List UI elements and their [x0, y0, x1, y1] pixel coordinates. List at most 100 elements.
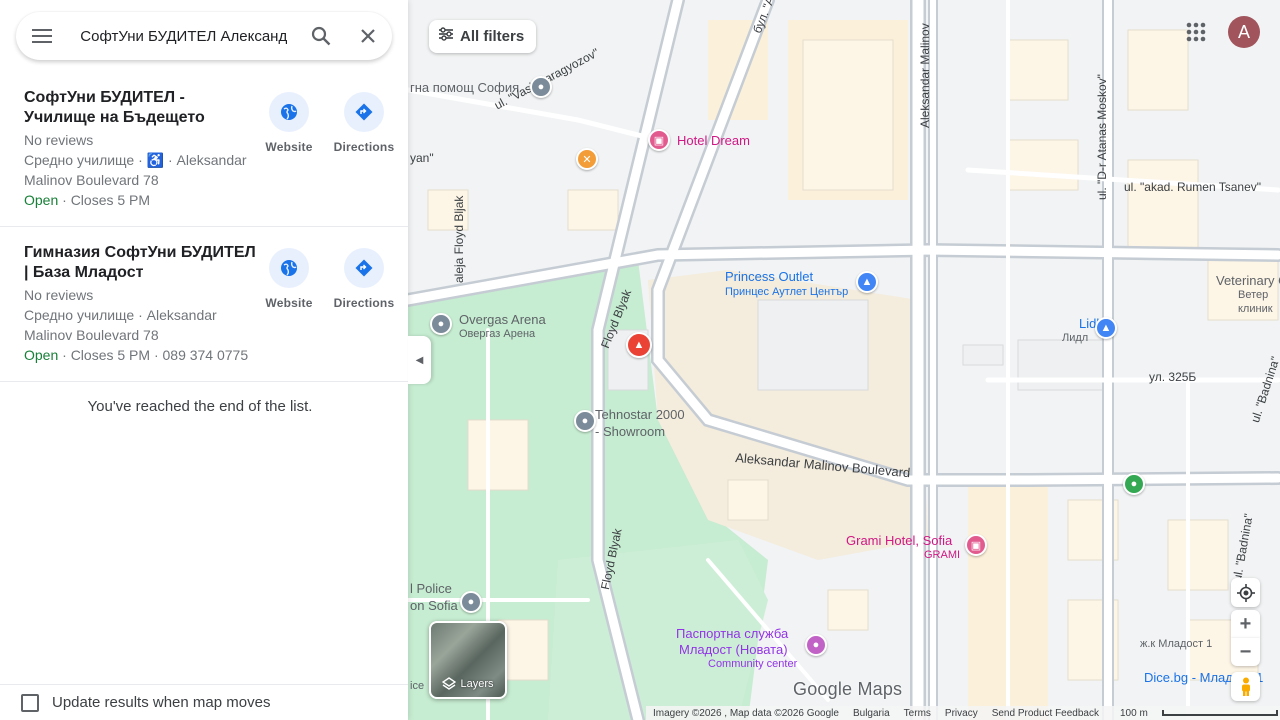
- map-canvas[interactable]: гна помощ София Hotel Dream ul. "Vasil K…: [408, 0, 1280, 720]
- website-button[interactable]: Website: [249, 248, 329, 310]
- arena-pin-icon[interactable]: ●: [430, 313, 452, 335]
- close-icon: [361, 29, 376, 43]
- plus-icon: +: [1239, 612, 1252, 635]
- map-label-tehnostar-1[interactable]: Tehnostar 2000: [595, 407, 685, 422]
- passport-pin-icon[interactable]: ●: [805, 634, 827, 656]
- footer-imagery: Imagery ©2026 , Map data ©2026 Google: [653, 707, 839, 719]
- map-label-mladost: ж.к Младост 1: [1140, 638, 1213, 650]
- zoom-in-button[interactable]: +: [1231, 610, 1260, 638]
- zoom-out-button[interactable]: −: [1231, 638, 1260, 666]
- wheelchair-icon: ♿: [146, 152, 165, 168]
- map-label-vet-clinic[interactable]: Veterinary Clinic: [1216, 273, 1280, 288]
- school-pin-icon[interactable]: ▲: [626, 332, 652, 358]
- grami-pin-icon[interactable]: ▣: [965, 534, 987, 556]
- place-pin-icon[interactable]: ●: [530, 76, 552, 98]
- search-icon: [311, 26, 331, 46]
- update-results-checkbox[interactable]: [21, 693, 39, 712]
- layers-label: Layers: [460, 678, 494, 690]
- website-button[interactable]: Website: [249, 92, 329, 154]
- map-footer: Imagery ©2026 , Map data ©2026 Google Bu…: [646, 706, 1280, 720]
- map-label-passport-2: Младост (Новата): [679, 642, 788, 657]
- update-results-row[interactable]: Update results when map moves: [0, 684, 408, 720]
- clear-search-button[interactable]: [345, 12, 392, 60]
- website-label: Website: [265, 296, 313, 310]
- directions-label: Directions: [333, 140, 395, 154]
- layers-icon: [442, 677, 457, 690]
- map-label-princess-outlet[interactable]: Princess Outlet: [725, 269, 813, 284]
- result-closing: · Closes 5 PM: [58, 192, 151, 208]
- google-maps-logo: Google Maps: [793, 679, 903, 699]
- minus-icon: −: [1239, 640, 1252, 663]
- search-button[interactable]: [297, 12, 344, 60]
- map-label-ul325: ул. 325Б: [1149, 370, 1197, 384]
- map-label-overgas-arena[interactable]: Overgas Arena: [459, 312, 546, 327]
- result-reviews: No reviews: [24, 287, 94, 303]
- park-pin-icon[interactable]: ●: [1123, 473, 1145, 495]
- map-label-moskov-street: ul. "D-r Atanas Moskov": [1095, 74, 1109, 200]
- map-label-vet-bg1: Ветер: [1238, 289, 1269, 301]
- map-label-police-2: on Sofia: [410, 598, 458, 613]
- map-label-grami-bg: GRAMI: [924, 549, 961, 561]
- end-of-list-text: You've reached the end of the list.: [87, 398, 313, 415]
- search-box: [16, 12, 392, 60]
- all-filters-button[interactable]: All filters: [429, 20, 537, 53]
- globe-icon: [281, 260, 297, 276]
- hamburger-menu-icon: [31, 29, 52, 43]
- filter-icon: [438, 27, 454, 46]
- result-open-status: Open: [24, 192, 59, 208]
- map-label-rumen-street: ul. "akad. Rumen Tsanev": [1124, 180, 1262, 194]
- pegman-icon: [1241, 677, 1250, 696]
- footer-privacy-link[interactable]: Privacy: [945, 708, 978, 719]
- map-label-aleja-floyd: aleja Floyd Bljak: [452, 195, 466, 283]
- restaurant-pin-icon[interactable]: ✕: [576, 148, 598, 170]
- map-label-hotel-dream[interactable]: Hotel Dream: [677, 133, 750, 148]
- update-results-label: Update results when map moves: [52, 694, 271, 711]
- map-label-passport-1[interactable]: Паспортна служба: [676, 626, 788, 641]
- result-category: Средно училище ·: [24, 152, 147, 168]
- results-panel: СофтУни БУДИТЕЛ - Училище на Бъдещето No…: [0, 0, 408, 720]
- directions-button[interactable]: Directions: [324, 248, 404, 310]
- street-view-pegman-button[interactable]: [1231, 672, 1260, 701]
- shopping-pin-icon[interactable]: ▲: [856, 271, 878, 293]
- tehnostar-pin-icon[interactable]: ●: [574, 410, 596, 432]
- scale-indicator[interactable]: 100 m: [1113, 708, 1280, 719]
- police-pin-icon[interactable]: ●: [460, 591, 482, 613]
- result-item[interactable]: СофтУни БУДИТЕЛ - Училище на Бъдещето No…: [0, 76, 408, 227]
- map-label-emergency: гна помощ София: [410, 80, 520, 95]
- result-details: Средно училище · ♿ · Aleksandar Malinov …: [24, 150, 254, 190]
- footer-terms-link[interactable]: Terms: [904, 708, 931, 719]
- directions-button[interactable]: Directions: [324, 92, 404, 154]
- footer-feedback-link[interactable]: Send Product Feedback: [992, 708, 1099, 719]
- result-item[interactable]: Гимназия СофтУни БУДИТЕЛ | База Младост …: [0, 228, 408, 382]
- map-label-tehnostar-2: - Showroom: [595, 424, 666, 439]
- hotel-pin-icon[interactable]: ▣: [648, 129, 670, 151]
- search-input[interactable]: [80, 24, 298, 48]
- map-label-grami-hotel[interactable]: Grami Hotel, Sofia: [846, 533, 952, 548]
- menu-button[interactable]: [16, 12, 67, 60]
- collapse-panel-button[interactable]: ◀: [408, 336, 431, 384]
- globe-icon: [281, 104, 297, 120]
- result-reviews: No reviews: [24, 132, 94, 148]
- map-label-lidl-bg: Лидл: [1062, 332, 1089, 344]
- map-label-yan-street: yan": [410, 151, 434, 165]
- chevron-left-icon: ◀: [415, 354, 424, 366]
- website-label: Website: [265, 140, 313, 154]
- result-category-address: Средно училище · Aleksandar Malinov Boul…: [24, 307, 217, 343]
- scale-label: 100 m: [1120, 707, 1148, 719]
- lidl-pin-icon[interactable]: ▲: [1095, 317, 1117, 339]
- footer-country[interactable]: Bulgaria: [853, 708, 890, 719]
- layers-button[interactable]: Layers: [429, 621, 507, 699]
- google-apps-icon[interactable]: [1182, 18, 1210, 46]
- result-title[interactable]: СофтУни БУДИТЕЛ - Училище на Бъдещето: [24, 88, 260, 128]
- map-label-police-1: l Police: [410, 581, 452, 596]
- map-label-alex-vertical: Aleksandar Malinov: [918, 23, 932, 128]
- map-label-vet-bg2: клиник: [1238, 303, 1273, 315]
- map-label-overgas-bg: Овергаз Арена: [459, 328, 536, 340]
- result-open-status: Open: [24, 347, 59, 363]
- map-label-police-3: ice: [410, 680, 425, 692]
- my-location-button[interactable]: [1231, 578, 1260, 607]
- result-title[interactable]: Гимназия СофтУни БУДИТЕЛ | База Младост: [24, 243, 260, 283]
- account-avatar[interactable]: A: [1228, 16, 1260, 48]
- map-label-passport-3: Community center: [708, 658, 798, 670]
- crosshair-icon: [1236, 583, 1255, 602]
